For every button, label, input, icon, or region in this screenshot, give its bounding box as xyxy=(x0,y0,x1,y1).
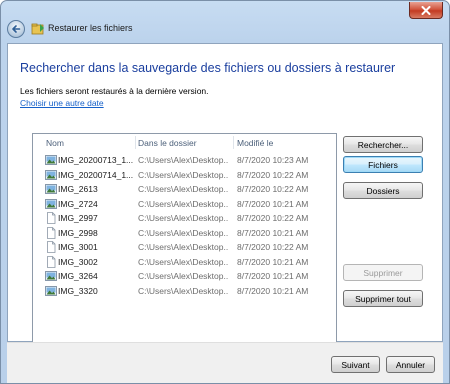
image-file-icon xyxy=(45,198,57,209)
file-modified-date: 8/7/2020 10:22 AM xyxy=(237,213,309,223)
column-divider xyxy=(135,136,136,149)
cancel-button[interactable]: Annuler xyxy=(386,356,435,373)
next-button[interactable]: Suivant xyxy=(331,356,380,373)
file-name: IMG_2998 xyxy=(58,227,98,238)
folders-button[interactable]: Dossiers xyxy=(343,182,423,199)
file-folder: C:\Users\Alex\Desktop... xyxy=(138,184,229,194)
list-row[interactable]: IMG_2998 C:\Users\Alex\Desktop... 8/7/2020… xyxy=(33,226,336,240)
title-bar: Restaurer les fichiers xyxy=(1,1,449,43)
file-modified-date: 8/7/2020 10:21 AM xyxy=(237,256,309,267)
list-row[interactable]: IMG_3001 C:\Users\Alex\Desktop... 8/7/2020… xyxy=(33,240,336,254)
restore-app-icon xyxy=(31,23,44,35)
file-name: IMG_3264 xyxy=(58,271,98,281)
file-modified-date: 8/7/2020 10:22 AM xyxy=(237,184,309,194)
file-name: IMG_2997 xyxy=(58,213,98,223)
file-folder: C:\Users\Alex\Desktop... xyxy=(138,169,229,180)
file-folder: C:\Users\Alex\Desktop... xyxy=(138,213,229,223)
file-modified-date: 8/7/2020 10:21 AM xyxy=(237,285,309,296)
file-name: IMG_3002 xyxy=(58,256,98,267)
window-title: Restaurer les fichiers xyxy=(48,23,133,33)
files-button[interactable]: Fichiers xyxy=(343,156,423,173)
image-file-icon xyxy=(45,155,57,165)
column-header-name[interactable]: Nom xyxy=(46,138,64,148)
dialog-footer: Suivant Annuler xyxy=(7,342,443,383)
remove-all-button[interactable]: Supprimer tout xyxy=(343,290,423,307)
file-modified-date: 8/7/2020 10:23 AM xyxy=(237,155,309,165)
close-button[interactable] xyxy=(409,2,443,19)
restore-info-text: Les fichiers seront restaurés à la derni… xyxy=(20,86,209,96)
file-name: IMG_2724 xyxy=(58,198,98,209)
list-row[interactable]: IMG_20200714_1... C:\Users\Alex\Desktop..… xyxy=(33,168,336,182)
file-modified-date: 8/7/2020 10:21 AM xyxy=(237,227,309,238)
file-modified-date: 8/7/2020 10:22 AM xyxy=(237,242,309,252)
image-file-icon xyxy=(45,184,57,194)
files-list[interactable]: Nom Dans le dossier Modifié le IMG_20200… xyxy=(32,133,337,354)
image-file-icon xyxy=(45,169,57,180)
file-name: IMG_3320 xyxy=(58,285,98,296)
file-name: IMG_2613 xyxy=(58,184,98,194)
list-row[interactable]: IMG_2724 C:\Users\Alex\Desktop... 8/7/2020… xyxy=(33,197,336,211)
restore-files-window: Restaurer les fichiers Rechercher dans l… xyxy=(0,0,450,384)
file-folder: C:\Users\Alex\Desktop... xyxy=(138,227,229,238)
column-divider xyxy=(233,136,234,149)
remove-button[interactable]: Supprimer xyxy=(343,264,423,281)
blank-file-icon xyxy=(47,255,56,268)
file-folder: C:\Users\Alex\Desktop... xyxy=(138,155,229,165)
page-heading: Rechercher dans la sauvegarde des fichie… xyxy=(20,61,396,75)
list-row[interactable]: IMG_3320 C:\Users\Alex\Desktop... 8/7/2020… xyxy=(33,284,336,298)
choose-other-date-link[interactable]: Choisir une autre date xyxy=(20,98,104,108)
file-modified-date: 8/7/2020 10:22 AM xyxy=(237,169,309,180)
file-folder: C:\Users\Alex\Desktop... xyxy=(138,242,229,252)
file-folder: C:\Users\Alex\Desktop... xyxy=(138,256,229,267)
list-row[interactable]: IMG_3002 C:\Users\Alex\Desktop... 8/7/2020… xyxy=(33,255,336,269)
content-area: Rechercher dans la sauvegarde des fichie… xyxy=(7,43,443,354)
search-button[interactable]: Rechercher... xyxy=(343,136,423,153)
image-file-icon xyxy=(45,271,57,281)
list-row[interactable]: IMG_2613 C:\Users\Alex\Desktop... 8/7/2020… xyxy=(33,182,336,196)
file-folder: C:\Users\Alex\Desktop... xyxy=(138,271,229,281)
list-row[interactable]: IMG_2997 C:\Users\Alex\Desktop... 8/7/2020… xyxy=(33,211,336,225)
file-name: IMG_3001 xyxy=(58,242,98,252)
blank-file-icon xyxy=(47,241,56,253)
column-header-folder[interactable]: Dans le dossier xyxy=(138,138,197,148)
list-row[interactable]: IMG_20200713_1... C:\Users\Alex\Desktop..… xyxy=(33,153,336,167)
image-file-icon xyxy=(45,285,57,296)
blank-file-icon xyxy=(47,212,56,224)
back-arrow-icon xyxy=(12,25,21,33)
file-modified-date: 8/7/2020 10:21 AM xyxy=(237,271,309,281)
back-button[interactable] xyxy=(7,20,25,38)
blank-file-icon xyxy=(47,226,56,239)
file-name: IMG_20200714_1... xyxy=(58,169,134,180)
column-header-modified[interactable]: Modifié le xyxy=(237,138,273,148)
file-folder: C:\Users\Alex\Desktop... xyxy=(138,198,229,209)
close-icon xyxy=(421,5,431,15)
list-row[interactable]: IMG_3264 C:\Users\Alex\Desktop... 8/7/2020… xyxy=(33,269,336,283)
file-name: IMG_20200713_1... xyxy=(58,155,134,165)
file-modified-date: 8/7/2020 10:21 AM xyxy=(237,198,309,209)
file-folder: C:\Users\Alex\Desktop... xyxy=(138,285,229,296)
list-header: Nom Dans le dossier Modifié le xyxy=(33,134,336,151)
